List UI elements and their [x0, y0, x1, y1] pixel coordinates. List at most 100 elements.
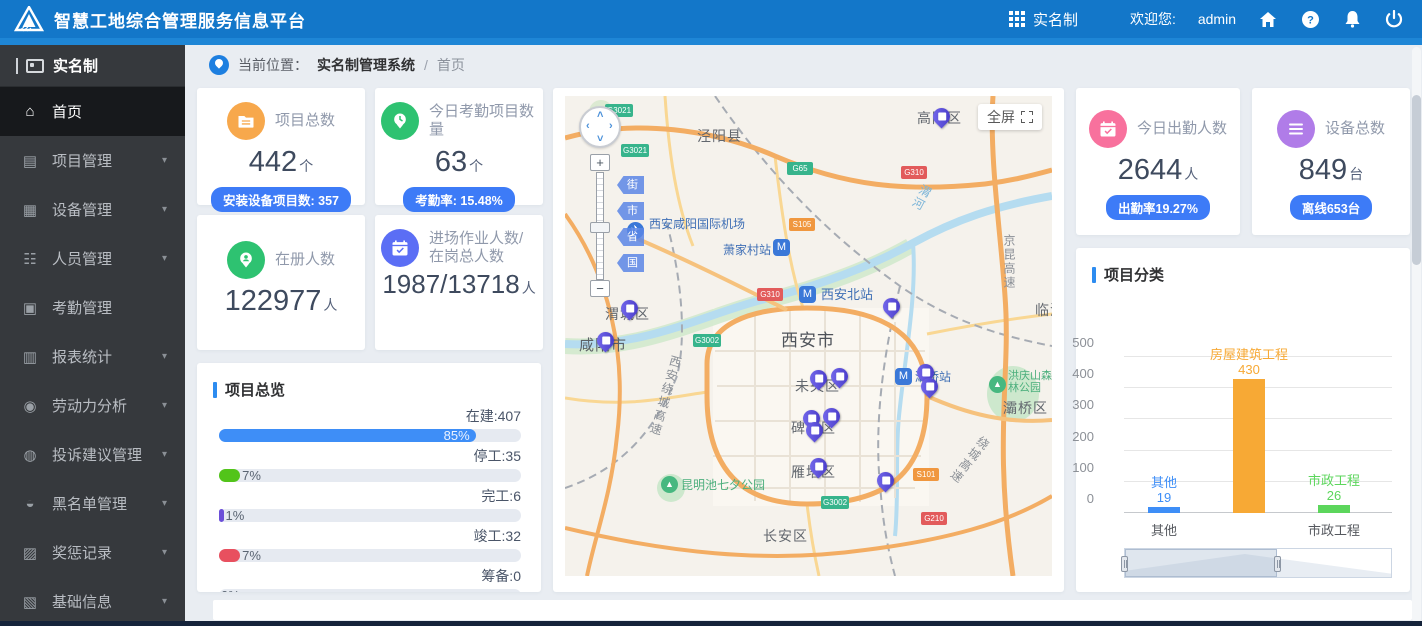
- stat-label: 项目总数: [274, 112, 335, 129]
- sidebar-item-blacklist[interactable]: ◒ 黑名单管理: [0, 479, 185, 528]
- road-badge: G310: [757, 288, 783, 301]
- sidebar-item-attendance[interactable]: ▣ 考勤管理: [0, 283, 185, 332]
- sidebar-item-label: 投诉建议管理: [52, 447, 143, 464]
- map-label-park: 昆明池七夕公园: [681, 478, 766, 492]
- breadcrumb-separator: /: [424, 57, 428, 73]
- chevron-down-icon: [162, 449, 167, 460]
- fullscreen-label: 全屏: [987, 109, 1015, 125]
- y-axis-tick: 200: [1072, 428, 1094, 444]
- labor-icon: ◉: [23, 397, 37, 415]
- person-pin-icon: [226, 241, 265, 279]
- chart-bar-value-label: 其他 19: [1150, 475, 1177, 506]
- sidebar-item-complaints[interactable]: ◍ 投诉建议管理: [0, 430, 185, 479]
- progress-fill: 1%: [219, 508, 244, 523]
- sidebar-item-projects[interactable]: ▤ 项目管理: [0, 136, 185, 185]
- progress-pct: 1%: [225, 508, 245, 523]
- progress-pct: 7%: [242, 548, 261, 563]
- bar-chart-plot: 500 400 300 200 100 0 其他 19 房屋建筑工程 430 市政工…: [1072, 335, 1392, 538]
- stat-value: 63: [434, 146, 468, 178]
- y-axis-tick: 0: [1086, 491, 1094, 506]
- park-icon: ▲: [661, 476, 678, 493]
- folder-icon: [226, 102, 265, 140]
- svg-text:?: ?: [1307, 14, 1314, 26]
- map-label-district: 长安区: [763, 528, 808, 544]
- metro-station-icon: M: [895, 368, 912, 385]
- fullscreen-button[interactable]: 全屏: [978, 104, 1042, 130]
- location-pin-icon: [209, 55, 229, 75]
- help-icon[interactable]: ?: [1300, 9, 1320, 29]
- sidebar-item-label: 设备管理: [52, 202, 113, 219]
- stat-label: 进场作业人数/在岗总人数: [429, 230, 524, 265]
- chart-bar[interactable]: [1148, 507, 1180, 513]
- progress-track: 85%: [219, 428, 521, 443]
- x-axis-tick: 其他: [1150, 523, 1177, 538]
- app-switcher[interactable]: 实名制: [1008, 9, 1078, 30]
- home-icon[interactable]: [1258, 9, 1278, 29]
- chart-bar-value-label: 市政工程 26: [1307, 472, 1360, 503]
- stat-badge: 出勤率19.27%: [1106, 195, 1210, 220]
- stat-badge: 安装设备项目数: 357: [211, 187, 351, 212]
- pan-up-icon[interactable]: ˄: [597, 109, 603, 121]
- stat-unit: 人: [521, 280, 536, 296]
- pan-right-icon[interactable]: ›: [609, 120, 613, 132]
- stat-label: 今日考勤项目数量: [429, 103, 535, 138]
- top-header: 智慧工地综合管理服务信息平台 实名制 欢迎您: admin ?: [0, 0, 1422, 38]
- map-panel: 泾阳县 高陵区 渭城区 咸阳市 西安市 未央区 灞桥区 碑林区 雁塔区 长安区 …: [553, 88, 1064, 592]
- power-icon[interactable]: [1384, 9, 1404, 29]
- app-switcher-label: 实名制: [1032, 11, 1078, 29]
- breadcrumb-root-link[interactable]: 实名制管理系统: [317, 55, 415, 75]
- datazoom-slider[interactable]: [1121, 548, 1392, 578]
- progress-track: 0%: [219, 588, 521, 592]
- datazoom-left-handle[interactable]: [1121, 556, 1128, 572]
- sidebar-item-home[interactable]: ⌂ 首页: [0, 87, 185, 136]
- sidebar-menu: ⌂ 首页 ▤ 项目管理 ▦ 设备管理 ☷ 人员管理 ▣ 考勤管理 ▥ 报表统计 ◉ 劳动力分析…: [0, 87, 185, 626]
- stat-card-today-attendance: 今日出勤人数 2644 人 出勤率19.27%: [1076, 88, 1240, 235]
- sidebar-item-devices[interactable]: ▦ 设备管理: [0, 185, 185, 234]
- zoom-slider-handle[interactable]: [590, 222, 610, 233]
- progress-fill: 85%: [219, 428, 476, 443]
- overview-bar-label: 竣工:32: [473, 528, 521, 544]
- sidebar-header-bar: [16, 57, 18, 74]
- panel-title: 项目分类: [1104, 267, 1165, 284]
- stat-badge: 考勤率: 15.48%: [403, 187, 515, 212]
- bell-icon[interactable]: [1342, 9, 1362, 29]
- stat-card-devices: 设备总数 849 台 离线653台: [1252, 88, 1410, 235]
- brand-logo-icon: [14, 6, 44, 32]
- username[interactable]: admin: [1198, 11, 1236, 27]
- progress-pct: 0%: [221, 588, 240, 592]
- chevron-down-icon: [162, 204, 167, 215]
- map-canvas[interactable]: 泾阳县 高陵区 渭城区 咸阳市 西安市 未央区 灞桥区 碑林区 雁塔区 长安区 …: [565, 96, 1052, 576]
- datazoom-right-handle[interactable]: [1274, 556, 1281, 572]
- stat-value: 2644: [1117, 154, 1183, 186]
- stat-unit: 台: [1349, 166, 1364, 182]
- chevron-down-icon: [162, 253, 167, 264]
- sidebar-item-rewards[interactable]: ▨ 奖惩记录: [0, 528, 185, 577]
- zoom-out-button[interactable]: [590, 280, 610, 297]
- sidebar-item-reports[interactable]: ▥ 报表统计: [0, 332, 185, 381]
- chevron-down-icon: [162, 155, 167, 166]
- datazoom-selected-range[interactable]: [1125, 549, 1277, 577]
- stat-label: 在册人数: [274, 251, 335, 268]
- progress-pct: 7%: [242, 468, 261, 483]
- pan-down-icon[interactable]: ˅: [597, 133, 603, 145]
- sidebar-item-personnel[interactable]: ☷ 人员管理: [0, 234, 185, 283]
- zoom-in-button[interactable]: [590, 154, 610, 171]
- map-pan-control[interactable]: ˄ ˅ ‹ ›: [579, 106, 621, 148]
- feedback-icon: ◍: [23, 446, 37, 464]
- sidebar-item-basic-info[interactable]: ▧ 基础信息: [0, 577, 185, 626]
- fullscreen-icon: [1021, 111, 1033, 123]
- map-label-highway: 京昆高速: [1002, 234, 1016, 290]
- progress-fill: 7%: [219, 468, 261, 483]
- map-label-district: 灞桥区: [1003, 400, 1048, 416]
- clock-pin-icon: [381, 102, 419, 140]
- stat-card-project-total: 项目总数 442 个 安装设备项目数: 357: [197, 88, 365, 212]
- chart-bar[interactable]: [1233, 378, 1265, 513]
- main-scrollbar-thumb[interactable]: [1412, 95, 1421, 265]
- sidebar-item-label: 考勤管理: [52, 300, 113, 317]
- metro-station-icon: M: [773, 239, 790, 256]
- pan-left-icon[interactable]: ‹: [586, 120, 590, 132]
- sidebar-item-labor[interactable]: ◉ 劳动力分析: [0, 381, 185, 430]
- chevron-down-icon: [162, 547, 167, 558]
- chart-bar[interactable]: [1318, 504, 1350, 513]
- sidebar-item-label: 基础信息: [52, 594, 113, 611]
